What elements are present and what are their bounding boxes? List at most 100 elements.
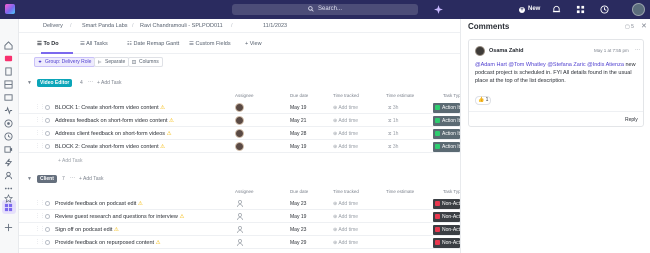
table-row[interactable]: ⋮⋮ BLOCK 1: Create short-form video cont… xyxy=(19,101,460,114)
column-header-time-tracked[interactable]: Time tracked xyxy=(333,93,359,98)
tab-to-do[interactable]: ☰ To Do xyxy=(37,41,59,47)
drag-handle-icon[interactable]: ⋮⋮ xyxy=(35,104,45,110)
comment-author[interactable]: Osama Zahid xyxy=(489,48,524,54)
unassigned-icon[interactable] xyxy=(237,213,243,220)
time-estimate[interactable]: ⧖ 1h xyxy=(388,131,398,137)
tab-custom-fields[interactable]: ☰ Custom Fields xyxy=(189,41,231,47)
task-type-badge[interactable]: Action Item xyxy=(433,102,460,113)
clickup-logo[interactable] xyxy=(5,4,15,14)
task-name[interactable]: Provide feedback on podcast edit ⚠ xyxy=(55,201,143,207)
add-task-row[interactable]: + Add Task xyxy=(19,155,460,167)
clips-icon[interactable] xyxy=(4,145,13,154)
column-header-due-date[interactable]: Due date xyxy=(290,93,308,98)
drag-handle-icon[interactable]: ⋮⋮ xyxy=(35,200,45,206)
unassigned-icon[interactable] xyxy=(237,226,243,233)
time-tracked[interactable]: ⊕ Add time xyxy=(333,201,358,207)
task-type-badge[interactable]: Non-Action xyxy=(433,211,460,222)
status-icon[interactable] xyxy=(45,131,50,136)
docs-icon[interactable] xyxy=(4,67,13,76)
ai-icon[interactable] xyxy=(433,4,444,15)
time-estimate[interactable]: ⧖ 3h xyxy=(388,105,398,111)
add-task-button[interactable]: + Add Task xyxy=(58,158,83,164)
task-type-badge[interactable]: Non-Action xyxy=(433,237,460,248)
due-date[interactable]: May 19 xyxy=(290,105,306,111)
avatar[interactable] xyxy=(235,142,244,151)
time-estimate[interactable]: ⧖ 3h xyxy=(388,144,398,150)
table-row[interactable]: ⋮⋮ Review guest research and questions f… xyxy=(19,210,460,223)
bell-icon[interactable] xyxy=(552,5,561,14)
avatar[interactable] xyxy=(235,116,244,125)
goals-icon[interactable] xyxy=(4,119,13,128)
search-bar[interactable]: Search... xyxy=(232,4,418,15)
column-header-time-estimate[interactable]: Time estimate xyxy=(386,189,414,194)
avatar[interactable] xyxy=(235,129,244,138)
time-tracked[interactable]: ⊕ Add time xyxy=(333,131,358,137)
home-icon[interactable] xyxy=(4,41,13,50)
separate-button[interactable]: Separate xyxy=(94,57,130,67)
close-icon[interactable]: ✕ xyxy=(641,22,647,30)
table-row[interactable]: ⋮⋮ Sign off on podcast edit ⚠ May 23 ⊕ A… xyxy=(19,223,460,236)
table-row[interactable]: ⋮⋮ BLOCK 2: Create short-form video cont… xyxy=(19,140,460,153)
more-icon[interactable]: ··· xyxy=(88,79,93,85)
column-header-assignee[interactable]: Assignee xyxy=(235,189,254,194)
due-date[interactable]: May 23 xyxy=(290,201,306,207)
task-name[interactable]: BLOCK 2: Create short-form video content… xyxy=(55,144,165,150)
due-date[interactable]: May 23 xyxy=(290,227,306,233)
tab-all-tasks[interactable]: ☰ All Tasks xyxy=(80,41,108,47)
table-row[interactable]: ⋮⋮ Address feedback on short-form video … xyxy=(19,114,460,127)
reaction-thumbs-up[interactable]: 👍 1 xyxy=(475,96,491,105)
status-icon[interactable] xyxy=(45,227,50,232)
task-type-badge[interactable]: Action Item xyxy=(433,115,460,126)
column-header-time-estimate[interactable]: Time estimate xyxy=(386,93,414,98)
due-date[interactable]: May 29 xyxy=(290,240,306,246)
column-header-assignee[interactable]: Assignee xyxy=(235,93,254,98)
group-header-client[interactable]: ▼ Client 7 ··· + Add Task xyxy=(19,174,460,185)
more-icon[interactable]: ··· xyxy=(635,47,640,53)
columns-button[interactable]: Columns xyxy=(128,57,163,67)
drag-handle-icon[interactable]: ⋮⋮ xyxy=(35,239,45,245)
time-tracked[interactable]: ⊕ Add time xyxy=(333,118,358,124)
status-icon[interactable] xyxy=(45,240,50,245)
table-row[interactable]: ⋮⋮ Address client feedback on short-form… xyxy=(19,127,460,140)
add-icon[interactable] xyxy=(4,223,13,232)
task-name[interactable]: Address client feedback on short-form vi… xyxy=(55,131,172,137)
timesheets-icon[interactable] xyxy=(4,132,13,141)
collapse-caret-icon[interactable]: ▼ xyxy=(27,80,32,86)
collapse-caret-icon[interactable]: ▼ xyxy=(27,176,32,182)
status-icon[interactable] xyxy=(45,144,50,149)
whiteboards-icon[interactable] xyxy=(4,93,13,102)
task-name[interactable]: Review guest research and questions for … xyxy=(55,214,184,220)
time-tracked[interactable]: ⊕ Add time xyxy=(333,105,358,111)
due-date[interactable]: May 21 xyxy=(290,118,306,124)
mention[interactable]: @Indis Atienza xyxy=(587,62,624,68)
task-name[interactable]: Address feedback on short-form video con… xyxy=(55,118,174,124)
table-row[interactable]: ⋮⋮ Provide feedback on repurposed conten… xyxy=(19,236,460,249)
status-icon[interactable] xyxy=(45,214,50,219)
breadcrumb-item[interactable]: Smart Panda Labs xyxy=(82,23,128,29)
group-by-button[interactable]: Group: Delivery Role xyxy=(34,57,96,67)
due-date[interactable]: May 28 xyxy=(290,131,306,137)
more-icon[interactable] xyxy=(4,184,13,193)
status-icon[interactable] xyxy=(45,118,50,123)
breadcrumb-item[interactable]: Delivery xyxy=(43,23,63,29)
mention[interactable]: @Tom Whatley xyxy=(508,62,545,68)
column-header-due-date[interactable]: Due date xyxy=(290,189,308,194)
group-add-task-button[interactable]: + Add Task xyxy=(97,80,122,86)
task-name[interactable]: BLOCK 1: Create short-form video content… xyxy=(55,105,165,111)
automations-icon[interactable] xyxy=(4,158,13,167)
mention[interactable]: @Adam Hart xyxy=(475,62,507,68)
time-tracked[interactable]: ⊕ Add time xyxy=(333,240,358,246)
comment-timestamp[interactable]: May 1 at 7:55 pm xyxy=(594,48,629,53)
favorites-icon[interactable] xyxy=(4,194,13,203)
more-icon[interactable]: ··· xyxy=(70,175,75,181)
drag-handle-icon[interactable]: ⋮⋮ xyxy=(35,226,45,232)
time-tracked[interactable]: ⊕ Add time xyxy=(333,227,358,233)
tab-date-remap-gantt[interactable]: ☷ Date Remap Gantt xyxy=(127,41,179,47)
unassigned-icon[interactable] xyxy=(237,239,243,246)
dashboards-icon[interactable] xyxy=(4,80,13,89)
column-header-time-tracked[interactable]: Time tracked xyxy=(333,189,359,194)
clock-icon[interactable] xyxy=(600,5,609,14)
drag-handle-icon[interactable]: ⋮⋮ xyxy=(35,143,45,149)
status-icon[interactable] xyxy=(45,105,50,110)
task-name[interactable]: Sign off on podcast edit ⚠ xyxy=(55,227,119,233)
